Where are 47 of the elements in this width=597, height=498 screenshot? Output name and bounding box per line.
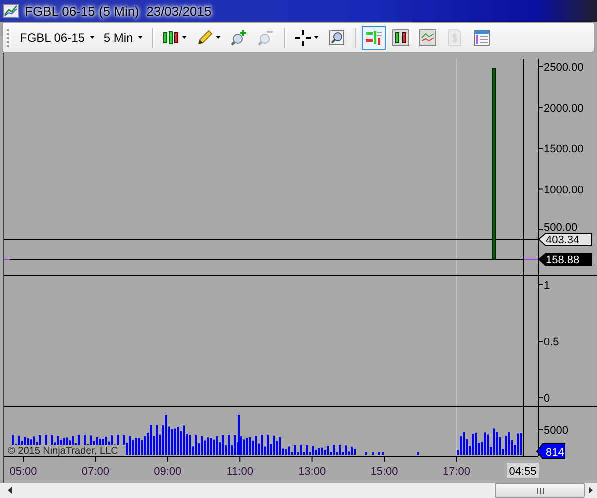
line-chart-icon: [419, 28, 438, 46]
caret-icon: [182, 36, 188, 39]
scroll-thumb[interactable]: [495, 483, 585, 498]
zoom-in-icon: [230, 28, 248, 46]
price-axis-label: 1500.00: [544, 144, 584, 156]
horizontal-scrollbar[interactable]: [0, 483, 597, 498]
toolbar-grip[interactable]: [7, 28, 11, 46]
price-axis-label: 2000.00: [544, 102, 584, 115]
scroll-right-icon[interactable]: [589, 487, 593, 494]
instrument-dropdown[interactable]: FGBL 06-15: [17, 28, 98, 46]
price-marker-flag: 403.34: [538, 233, 592, 246]
caret-icon: [216, 36, 222, 39]
chart-trader-button[interactable]: [362, 26, 386, 50]
time-axis-label: 05:00: [10, 466, 38, 478]
price-axis-label: 2500.00: [544, 62, 584, 74]
window-title: FGBL 06-15 (5 Min) 23/03/2015: [25, 4, 212, 18]
candlestick-icon: [162, 28, 180, 46]
price-axis-label: 1000.00: [544, 184, 584, 196]
scroll-left-icon[interactable]: [8, 487, 12, 494]
magnifier-icon: [328, 28, 346, 46]
line-chart-icon: [3, 4, 19, 18]
time-axis-label: 15:00: [370, 466, 398, 478]
indicator-axis-label: 0: [544, 393, 550, 405]
bars-icon: [392, 28, 410, 46]
time-axis-label: 09:00: [154, 466, 182, 478]
pencil-icon: [196, 28, 214, 46]
caret-icon: [90, 36, 95, 39]
time-axis-label: 13:00: [298, 466, 326, 478]
zoom-out-icon: [257, 28, 276, 46]
volume-axis-label: 5000: [544, 425, 568, 437]
volume-flag: 814: [536, 444, 566, 460]
last-price-flag: 158.88: [538, 253, 592, 266]
time-axis-label: 07:00: [82, 466, 110, 478]
caret-icon: [314, 36, 320, 39]
indicator-axis-label: 0.5: [544, 336, 560, 348]
cursor-time-label: 04:55: [507, 463, 539, 478]
price-axis-label: 500.00: [544, 222, 578, 234]
interval-dropdown[interactable]: 5 Min: [100, 28, 146, 46]
crosshair-icon: [294, 28, 312, 46]
caret-icon: [138, 36, 144, 39]
indicator-axis-label: 1: [544, 280, 550, 292]
time-axis-label: 11:00: [226, 466, 254, 478]
time-axis-label: 17:00: [442, 466, 470, 478]
bar-list-icon: [365, 28, 384, 46]
dollar-document-icon: [446, 28, 464, 46]
copyright-text: © 2015 NinjaTrader, LLC: [8, 446, 118, 457]
data-box-icon: [473, 28, 492, 46]
